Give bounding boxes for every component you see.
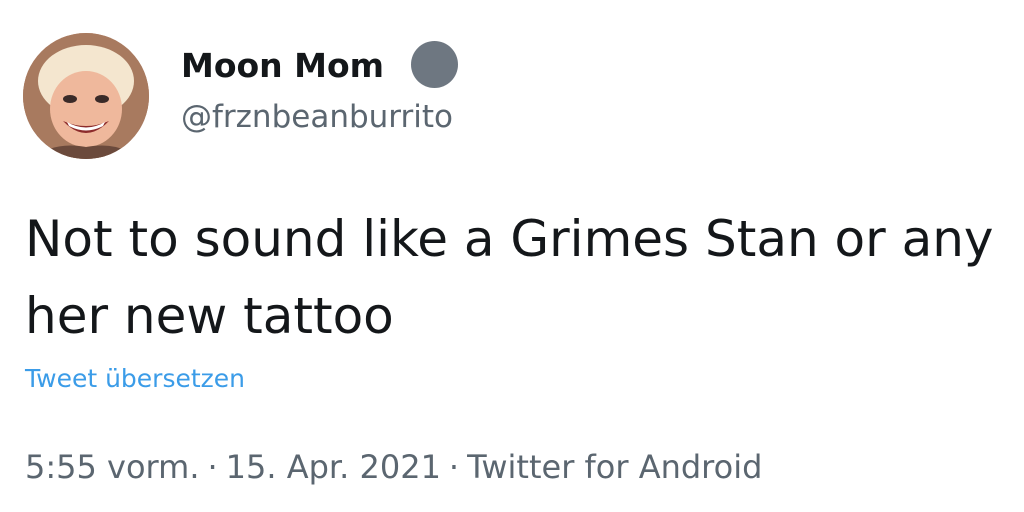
avatar[interactable] — [23, 33, 149, 159]
tweet-meta: 5:55 vorm. · 15. Apr. 2021 · Twitter for And… — [25, 445, 762, 489]
tweet-time[interactable]: 5:55 vorm. — [25, 448, 199, 486]
verified-badge-icon — [411, 41, 458, 88]
tweet-date[interactable]: 15. Apr. 2021 — [226, 448, 441, 486]
translate-tweet-link[interactable]: Tweet übersetzen — [25, 362, 245, 396]
author-display-name[interactable]: Moon Mom — [181, 44, 384, 88]
meta-separator: · — [448, 448, 460, 486]
tweet-text-line: her new tattoo — [25, 287, 394, 345]
author-handle[interactable]: @frznbeanburrito — [181, 95, 453, 139]
tweet-source[interactable]: Twitter for Android — [467, 448, 762, 486]
avatar-image — [23, 33, 149, 159]
meta-separator: · — [207, 448, 218, 486]
tweet-card: Moon Mom @frznbeanburrito Not to sound l… — [0, 0, 1024, 512]
tweet-text: Not to sound like a Grimes Stan or any h… — [25, 201, 1024, 355]
tweet-text-line: Not to sound like a Grimes Stan or any — [25, 210, 994, 268]
